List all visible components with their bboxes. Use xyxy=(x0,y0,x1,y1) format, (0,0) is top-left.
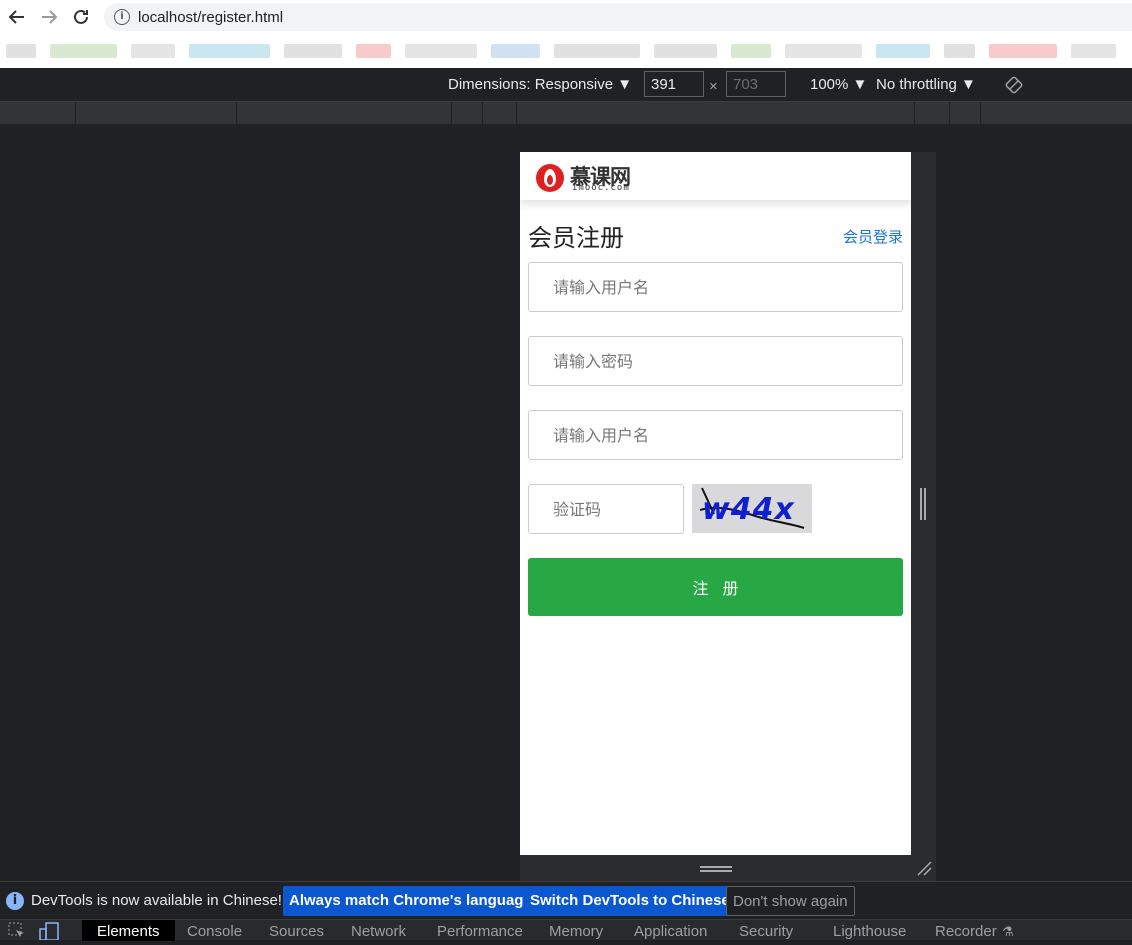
tab-application[interactable]: Application xyxy=(634,923,707,940)
bookmark-item[interactable] xyxy=(785,44,862,58)
captcha-text: w44x xyxy=(702,492,795,527)
resize-corner-icon[interactable] xyxy=(916,860,932,881)
dimensions-dropdown[interactable]: Dimensions: Responsive ▼ xyxy=(448,76,632,93)
password-input[interactable] xyxy=(528,336,903,386)
bookmark-item[interactable] xyxy=(654,44,717,58)
bookmark-item[interactable] xyxy=(491,44,540,58)
page-title: 会员注册 xyxy=(528,224,624,252)
url-text: localhost/register.html xyxy=(138,9,284,26)
captcha-image[interactable]: w44x xyxy=(692,484,812,533)
tab-console[interactable]: Console xyxy=(187,923,242,940)
tab-elements[interactable]: Elements xyxy=(82,920,175,941)
username-input[interactable] xyxy=(528,262,903,312)
bookmark-item[interactable] xyxy=(284,44,342,58)
bookmark-item[interactable] xyxy=(189,44,270,58)
bookmark-item[interactable] xyxy=(50,44,117,58)
info-icon: i xyxy=(6,892,24,910)
inspect-element-icon[interactable] xyxy=(8,922,26,945)
address-bar[interactable]: i localhost/register.html xyxy=(104,3,1132,31)
dimension-separator: × xyxy=(709,78,718,95)
devtools-infobar: i DevTools is now available in Chinese! … xyxy=(0,881,1132,919)
imooc-logo-icon[interactable] xyxy=(536,164,564,192)
experiment-flask-icon: ⚗ xyxy=(1002,924,1014,939)
tab-security[interactable]: Security xyxy=(739,923,793,940)
media-query-bar[interactable] xyxy=(0,102,1132,124)
bookmark-item[interactable] xyxy=(356,44,391,58)
bookmark-item[interactable] xyxy=(731,44,771,58)
dont-show-button[interactable]: Don't show again xyxy=(726,886,855,916)
device-toggle-icon[interactable] xyxy=(38,922,60,945)
resize-handle-right[interactable] xyxy=(920,488,926,520)
forward-icon[interactable] xyxy=(36,4,62,30)
bookmark-item[interactable] xyxy=(1071,44,1116,58)
bookmark-item[interactable] xyxy=(876,44,930,58)
bookmarks-bar xyxy=(0,34,1132,68)
tab-memory[interactable]: Memory xyxy=(549,923,603,940)
tab-recorder[interactable]: Recorder xyxy=(935,923,997,940)
captcha-input[interactable] xyxy=(528,484,684,534)
bookmark-item[interactable] xyxy=(944,44,975,58)
login-link[interactable]: 会员登录 xyxy=(843,226,903,247)
site-info-icon[interactable]: i xyxy=(114,9,130,25)
zoom-dropdown[interactable]: 100% ▼ xyxy=(810,76,867,93)
bookmark-item[interactable] xyxy=(554,44,640,58)
bookmark-item[interactable] xyxy=(405,44,477,58)
emulated-viewport: 慕课网 imooc.com 会员注册 会员登录 w44x 注册 xyxy=(520,152,911,855)
device-toolbar: Dimensions: Responsive ▼ × 100% ▼ No thr… xyxy=(0,68,1132,102)
tab-performance[interactable]: Performance xyxy=(437,923,523,940)
match-language-button[interactable]: Always match Chrome's language xyxy=(283,886,538,916)
bookmark-item[interactable] xyxy=(131,44,175,58)
back-icon[interactable] xyxy=(4,4,30,30)
throttle-dropdown[interactable]: No throttling ▼ xyxy=(876,76,976,93)
switch-chinese-button[interactable]: Switch DevTools to Chinese xyxy=(524,886,736,916)
resize-handle-bottom[interactable] xyxy=(700,866,732,872)
site-header: 慕课网 imooc.com xyxy=(520,152,911,200)
tab-network[interactable]: Network xyxy=(351,923,406,940)
height-input[interactable] xyxy=(726,71,786,97)
rotate-icon[interactable] xyxy=(1004,75,1024,99)
bookmark-item[interactable] xyxy=(6,44,36,58)
reload-icon[interactable] xyxy=(68,4,94,30)
width-input[interactable] xyxy=(644,71,704,97)
devtools-tabbar: Elements Console Sources Network Perform… xyxy=(0,919,1132,941)
tab-lighthouse[interactable]: Lighthouse xyxy=(833,923,906,940)
browser-toolbar: i localhost/register.html xyxy=(0,0,1132,68)
bookmark-item[interactable] xyxy=(989,44,1057,58)
logo-subtext: imooc.com xyxy=(572,183,630,193)
register-button[interactable]: 注册 xyxy=(528,558,903,616)
infobar-message: DevTools is now available in Chinese! xyxy=(31,892,282,909)
username-confirm-input[interactable] xyxy=(528,410,903,460)
tab-sources[interactable]: Sources xyxy=(269,923,324,940)
